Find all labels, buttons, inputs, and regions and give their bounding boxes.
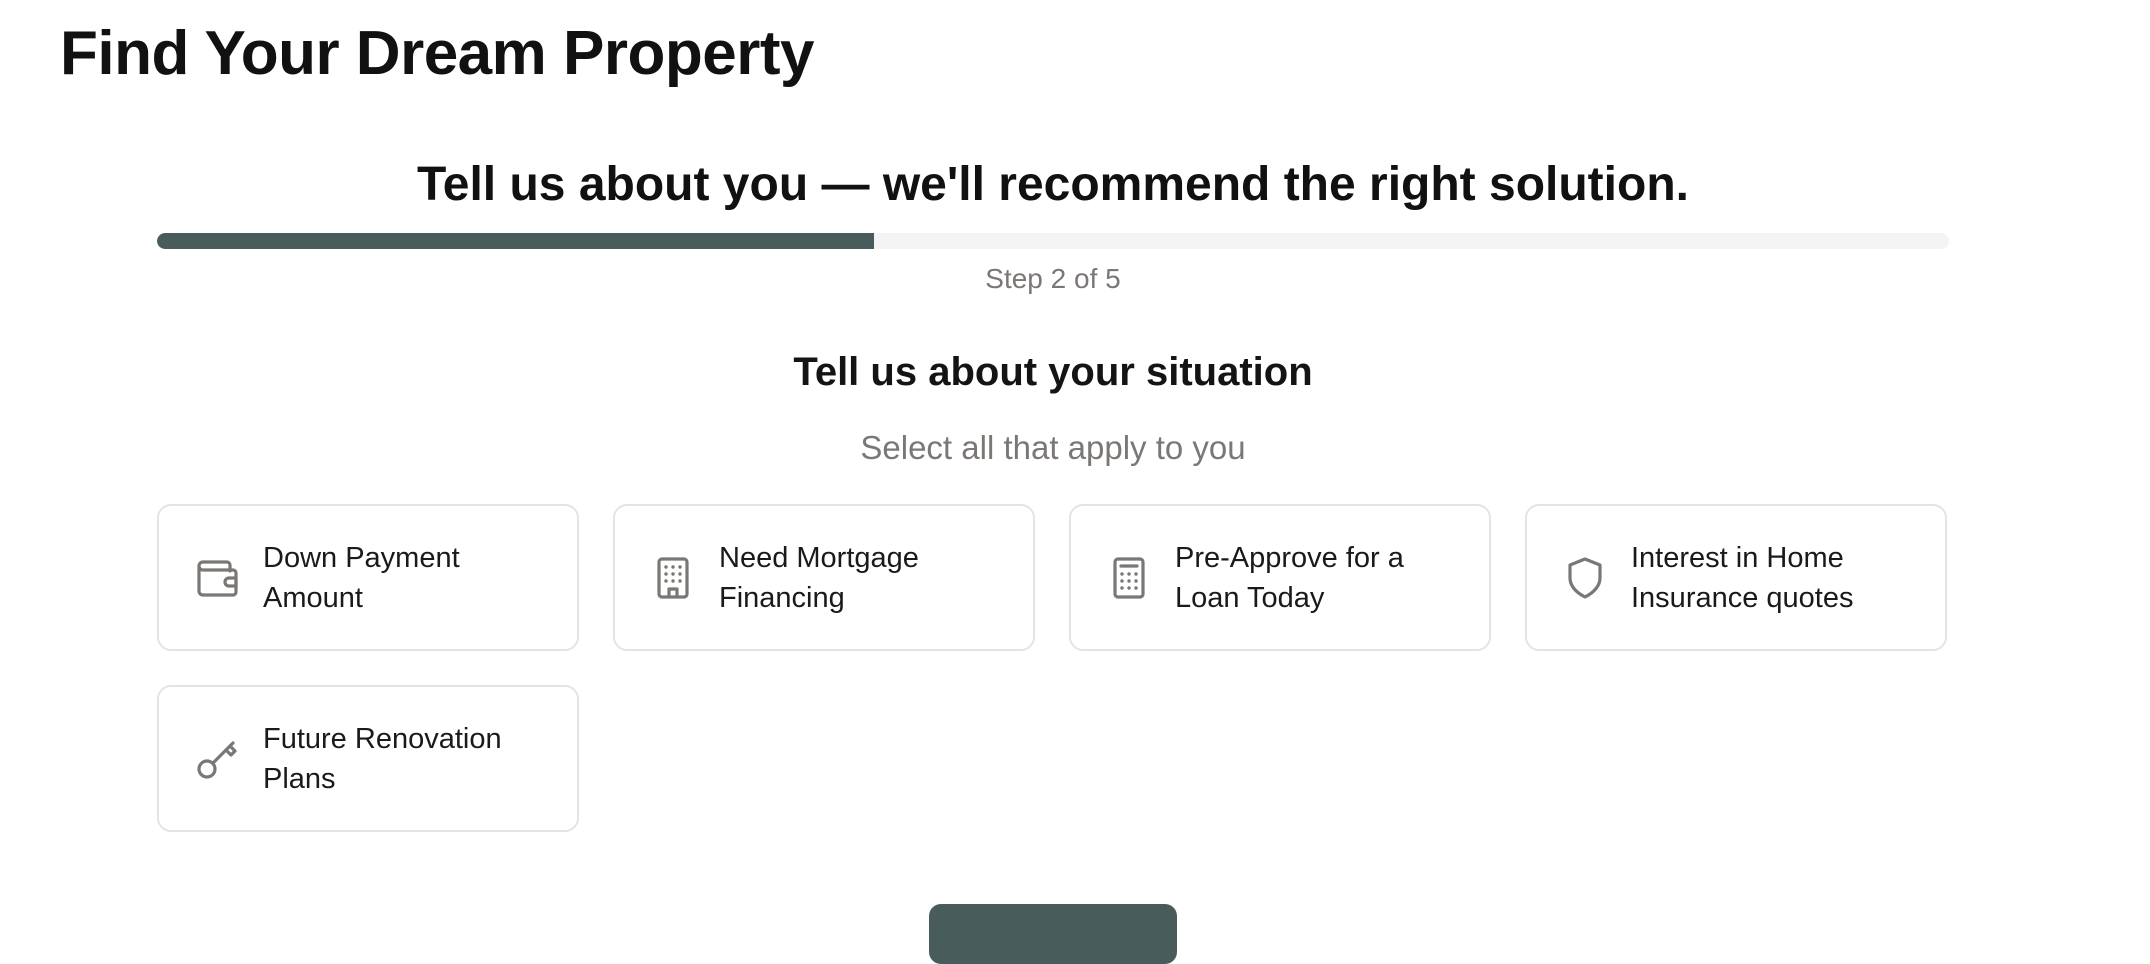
section-heading: Tell us about your situation (793, 350, 1313, 394)
option-need-mortgage-financing[interactable]: Need Mortgage Financing (613, 504, 1035, 651)
option-down-payment-amount[interactable]: Down Payment Amount (157, 504, 579, 651)
wallet-icon (193, 554, 241, 602)
progress-bar-fill (157, 233, 874, 249)
wizard-heading: Tell us about you — we'll recommend the … (417, 158, 1689, 211)
option-future-renovation-plans[interactable]: Future Renovation Plans (157, 685, 579, 832)
property-wizard: Tell us about you — we'll recommend the … (157, 150, 1949, 832)
progress-bar (157, 233, 1949, 249)
option-home-insurance-quotes[interactable]: Interest in Home Insurance quotes (1525, 504, 1947, 651)
calculator-icon (1105, 554, 1153, 602)
option-pre-approve-loan[interactable]: Pre-Approve for a Loan Today (1069, 504, 1491, 651)
shield-icon (1561, 554, 1609, 602)
page-title: Find Your Dream Property (60, 19, 814, 88)
key-icon (193, 735, 241, 783)
section-subtitle: Select all that apply to you (860, 429, 1246, 466)
option-label: Interest in Home Insurance quotes (1631, 541, 1854, 614)
options-grid: Down Payment Amount Need Mortgage Financ… (157, 504, 1949, 832)
option-label: Pre-Approve for a Loan Today (1175, 541, 1404, 614)
building-icon (649, 554, 697, 602)
step-indicator: Step 2 of 5 (985, 263, 1121, 294)
continue-button[interactable] (929, 904, 1177, 964)
option-label: Need Mortgage Financing (719, 541, 919, 614)
option-label: Down Payment Amount (263, 541, 460, 614)
option-label: Future Renovation Plans (263, 722, 502, 795)
